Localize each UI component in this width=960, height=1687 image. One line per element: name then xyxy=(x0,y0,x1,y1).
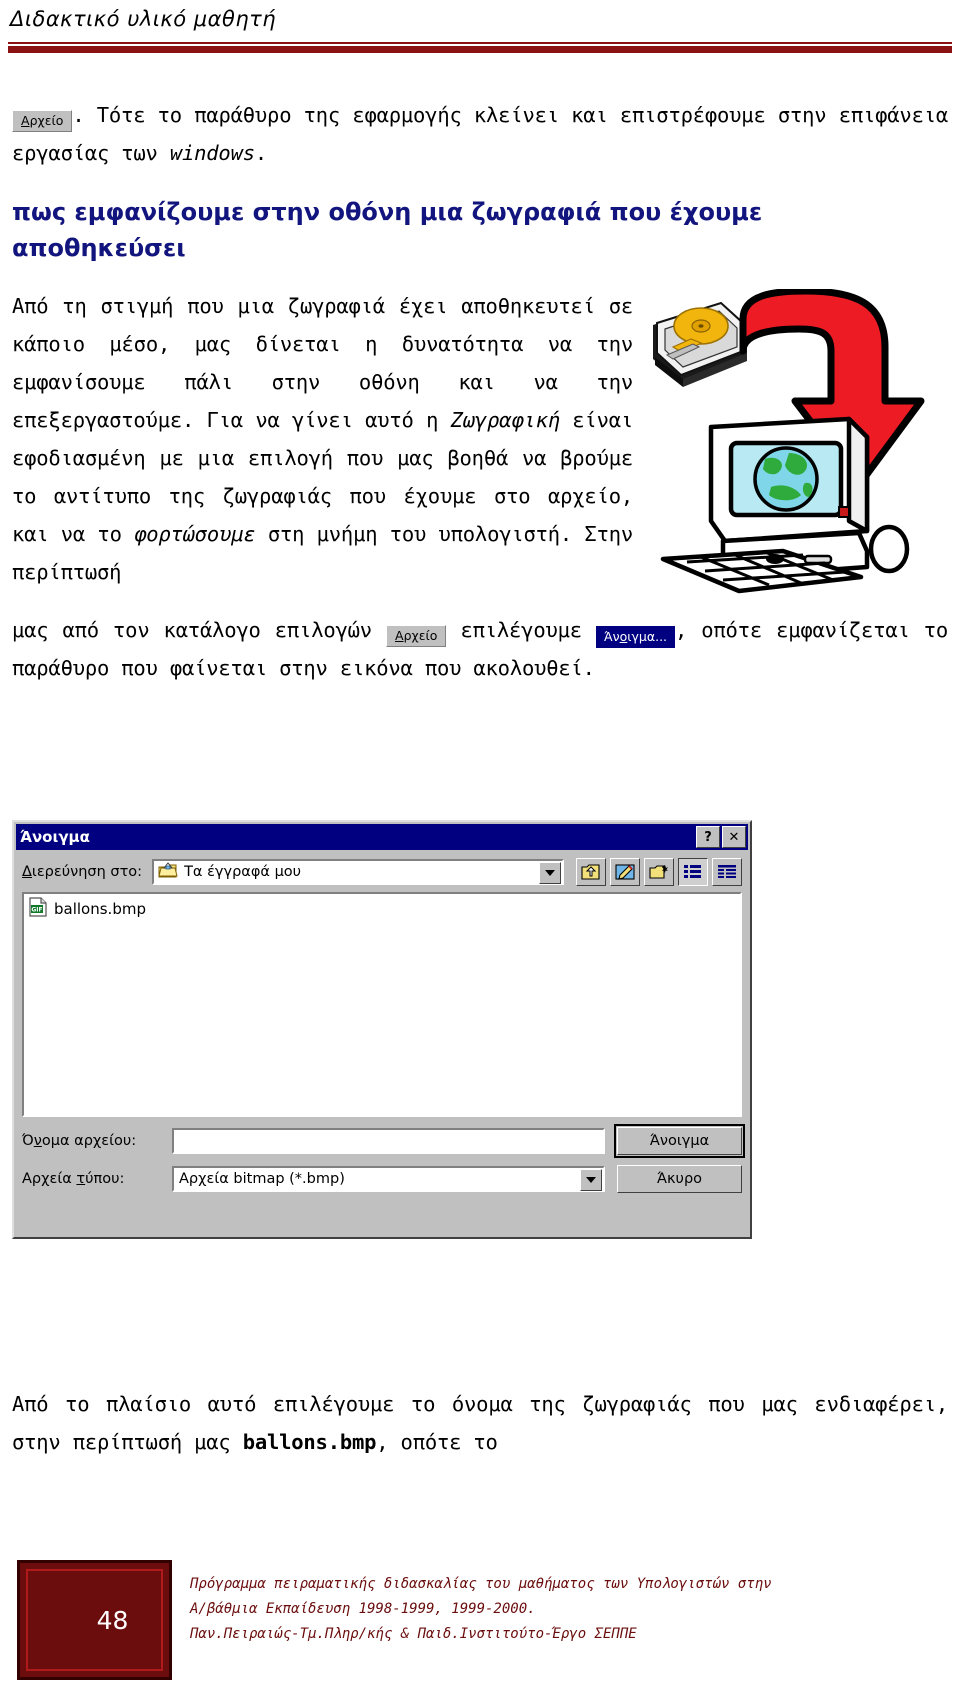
details-view-icon xyxy=(718,865,736,878)
page-header-title: Διδακτικό υλικό μαθητή xyxy=(10,7,277,31)
new-folder-button[interactable] xyxy=(644,858,674,886)
open-menu-chip-prefix: Άν xyxy=(603,629,620,644)
cancel-button[interactable]: Άκυρο xyxy=(617,1165,742,1193)
filetype-row: Αρχεία τύπου: Αρχεία bitmap (*.bmp) Άκυρ… xyxy=(22,1165,742,1193)
file-menu-chip-2[interactable]: Αρχείο xyxy=(386,625,447,647)
filetype-label: Αρχεία τύπου: xyxy=(22,1171,172,1187)
help-button[interactable]: ? xyxy=(696,826,720,848)
footer-line-1: Πρόγραμμα πειραματικής διδασκαλίας του μ… xyxy=(190,1576,772,1592)
dialog-bottom-padding xyxy=(16,1213,748,1235)
computer-icon xyxy=(653,409,913,598)
paragraph-closing-filename: ballons.bmp xyxy=(242,1430,377,1454)
look-in-value: Τα έγγραφά μου xyxy=(184,864,302,880)
chevron-down-icon xyxy=(586,1177,596,1183)
paragraph-closing-part2: , οπότε το xyxy=(376,1430,498,1454)
paragraph-body-app-name: Ζωγραφική xyxy=(450,407,560,432)
file-menu-chip[interactable]: Αρχείο xyxy=(12,110,73,132)
look-in-dropdown-arrow-icon[interactable] xyxy=(539,862,561,884)
page-number-box: 48 xyxy=(17,1560,172,1680)
open-button[interactable]: Άνοιγμα xyxy=(614,1124,745,1158)
dialog-fields: Όνομα αρχείου: Άνοιγμα Αρχεία τύπου: Αρχ… xyxy=(16,1117,748,1213)
open-menu-item-chip[interactable]: Άνοιγμα... xyxy=(595,626,676,648)
favorites-button[interactable] xyxy=(610,858,640,886)
details-view-button[interactable] xyxy=(712,858,742,886)
filename-row: Όνομα αρχείου: Άνοιγμα xyxy=(22,1124,745,1158)
filetype-dropdown-arrow-icon[interactable] xyxy=(580,1169,602,1191)
filename-label: Όνομα αρχείου: xyxy=(22,1133,172,1149)
section-heading-line1: πως εμφανίζουμε στην οθόνη μια ζωγραφιά … xyxy=(12,198,763,226)
look-in-label-text: ιερεύνηση στο: xyxy=(31,864,143,880)
paragraph-intro: Αρχείο. Τότε το παράθυρο της εφαρμογής κ… xyxy=(12,96,948,172)
file-menu-chip-2-accel: Α xyxy=(395,628,404,643)
body-with-clipart-region: Από τη στιγμή που μια ζωγραφιά έχει αποθ… xyxy=(12,287,948,593)
closing-paragraph-wrapper: Από το πλαίσιο αυτό επιλέγουμε το όνομα … xyxy=(0,1385,960,1461)
dialog-toolbar-row: Διερεύνηση στο: Τα έγγραφά μου xyxy=(16,850,748,890)
dialog-titlebar[interactable]: Άνοιγμα ? ✕ xyxy=(16,824,748,850)
file-list[interactable]: GIF ballons.bmp xyxy=(22,892,742,1117)
filetype-value: Αρχεία bitmap (*.bmp) xyxy=(179,1171,345,1187)
header-rule-thick xyxy=(8,46,952,53)
page-header: Διδακτικό υλικό μαθητή xyxy=(0,0,960,53)
page-footer: 48 Πρόγραμμα πειραματικής διδασκαλίας το… xyxy=(0,1560,960,1680)
paragraph-intro-period: . xyxy=(254,141,268,165)
filename-label-accel: ν xyxy=(33,1133,42,1149)
filetype-label-rest: ύπου: xyxy=(85,1171,125,1187)
svg-text:GIF: GIF xyxy=(31,907,42,914)
filetype-label-prefix: Αρχεία xyxy=(22,1171,77,1187)
filename-label-rest: ομα αρχείου: xyxy=(41,1133,137,1149)
open-file-dialog[interactable]: Άνοιγμα ? ✕ Διερεύνηση στο: Τα έγγραφά μ… xyxy=(12,820,752,1239)
section-heading: πως εμφανίζουμε στην οθόνη μια ζωγραφιά … xyxy=(12,194,948,266)
dialog-title: Άνοιγμα xyxy=(20,828,90,846)
paragraph-intro-text: . Τότε το παράθυρο της εφαρμογής κλείνει… xyxy=(12,103,948,165)
file-menu-chip-accel: Α xyxy=(21,113,30,128)
list-view-icon xyxy=(684,865,701,878)
open-button-label: Άνοιγμα xyxy=(649,1133,710,1149)
desktop-pencil-icon xyxy=(615,864,635,880)
filetype-label-accel: τ xyxy=(76,1171,86,1187)
file-menu-chip-2-label: ρχείο xyxy=(403,628,438,643)
footer-credits: Πρόγραμμα πειραματικής διδασκαλίας του μ… xyxy=(190,1572,772,1647)
filename-input[interactable] xyxy=(172,1128,605,1154)
gif-file-icon: GIF xyxy=(28,897,48,921)
cancel-button-label: Άκυρο xyxy=(656,1171,703,1187)
document-content: Αρχείο. Τότε το παράθυρο της εφαρμογής κ… xyxy=(0,96,960,687)
folder-up-icon xyxy=(581,864,600,880)
paragraph-body-load-word: φορτώσουμε xyxy=(134,521,256,546)
paragraph-intro-windows: windows xyxy=(169,141,255,165)
look-in-label: Διερεύνηση στο: xyxy=(22,864,142,880)
look-in-label-accel: Δ xyxy=(22,864,32,880)
header-divider-rules xyxy=(0,42,960,53)
footer-line-2: Α/βάθμια Εκπαίδευση 1998-1999, 1999-2000… xyxy=(190,1601,536,1617)
page-number: 48 xyxy=(96,1605,129,1635)
new-folder-icon xyxy=(649,865,668,879)
file-menu-chip-label: ρχείο xyxy=(29,113,64,128)
filetype-combobox[interactable]: Αρχεία bitmap (*.bmp) xyxy=(172,1166,605,1192)
paragraph-menu-part2: επιλέγουμε xyxy=(446,618,596,642)
footer-line-3: Παν.Πειραιώς-Τμ.Πληρ/κής & Παιδ.Ινστιτού… xyxy=(190,1626,637,1642)
list-item[interactable]: GIF ballons.bmp xyxy=(28,897,740,921)
section-heading-line2: αποθηκεύσει xyxy=(12,234,186,262)
paragraph-closing: Από το πλαίσιο αυτό επιλέγουμε το όνομα … xyxy=(12,1385,948,1461)
clipart-stack xyxy=(643,287,948,593)
file-name-label: ballons.bmp xyxy=(54,900,146,918)
up-one-level-button[interactable] xyxy=(576,858,606,886)
my-documents-folder-icon xyxy=(158,861,178,883)
close-icon[interactable]: ✕ xyxy=(722,826,746,848)
chevron-down-icon xyxy=(545,870,555,876)
paragraph-menu-part1: μας από τον κατάλογο επιλογών xyxy=(12,618,387,642)
open-menu-chip-rest: ιγμα... xyxy=(627,629,668,644)
paragraph-menu-instructions: μας από τον κατάλογο επιλογών Αρχείο επι… xyxy=(12,611,948,687)
filename-label-prefix: Ό xyxy=(22,1133,34,1149)
list-view-button[interactable] xyxy=(678,858,708,886)
look-in-combobox[interactable]: Τα έγγραφά μου xyxy=(152,859,564,885)
